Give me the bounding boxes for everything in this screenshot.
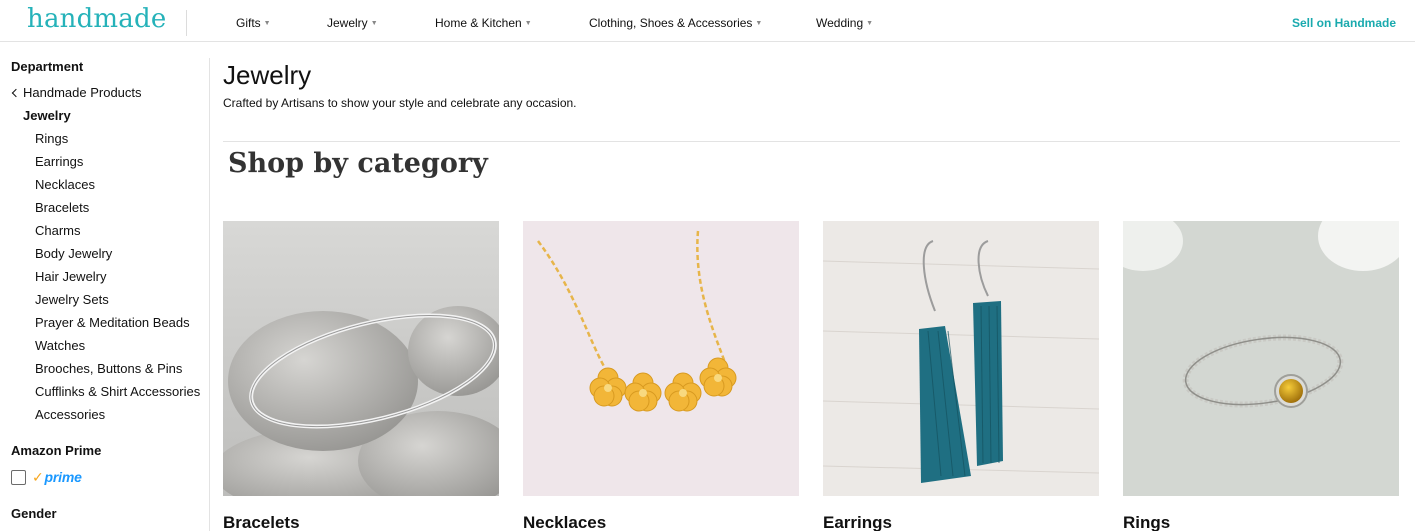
sidebar-item-necklaces[interactable]: Necklaces — [35, 177, 200, 200]
nav-divider — [186, 10, 187, 36]
subcategory-list: Rings Earrings Necklaces Bracelets Charm… — [35, 131, 200, 430]
sidebar-item-jewelry-sets[interactable]: Jewelry Sets — [35, 292, 200, 315]
chevron-left-icon — [11, 88, 21, 98]
category-card-earrings[interactable]: Earrings — [823, 221, 1099, 531]
nav-item-jewelry[interactable]: Jewelry ▼ — [327, 16, 378, 30]
sidebar-item-brooches[interactable]: Brooches, Buttons & Pins — [35, 361, 200, 384]
prime-logo: ✓prime — [32, 469, 82, 486]
prime-checkbox[interactable] — [11, 470, 26, 485]
category-label[interactable]: Bracelets — [223, 513, 499, 531]
prime-filter[interactable]: ✓prime — [11, 469, 82, 486]
nav-item-wedding[interactable]: Wedding ▼ — [816, 16, 873, 30]
check-icon: ✓ — [32, 469, 44, 485]
sell-on-handmade-link[interactable]: Sell on Handmade — [1292, 16, 1396, 30]
category-card-necklaces[interactable]: Necklaces — [523, 221, 799, 531]
caret-down-icon: ▼ — [524, 20, 532, 27]
sidebar-item-accessories[interactable]: Accessories — [35, 407, 200, 430]
gender-heading: Gender — [11, 506, 57, 521]
nav-item-label: Gifts — [236, 16, 261, 30]
category-label[interactable]: Necklaces — [523, 513, 799, 531]
sidebar-item-cufflinks[interactable]: Cufflinks & Shirt Accessories — [35, 384, 200, 407]
caret-down-icon: ▼ — [370, 20, 378, 27]
sidebar-divider — [209, 58, 210, 531]
category-card-rings[interactable]: Rings — [1123, 221, 1399, 531]
current-department: Jewelry — [23, 108, 71, 123]
back-to-handmade-products-link[interactable]: Handmade Products — [11, 85, 142, 100]
nav-item-label: Clothing, Shoes & Accessories — [589, 16, 753, 30]
sidebar-item-hair-jewelry[interactable]: Hair Jewelry — [35, 269, 200, 292]
nav-item-clothing[interactable]: Clothing, Shoes & Accessories ▼ — [589, 16, 762, 30]
caret-down-icon: ▼ — [755, 20, 763, 27]
caret-down-icon: ▼ — [866, 20, 874, 27]
amazon-prime-heading: Amazon Prime — [11, 443, 102, 458]
prime-logo-text: prime — [44, 469, 82, 485]
ring-image[interactable] — [1123, 221, 1399, 496]
sidebar-item-bracelets[interactable]: Bracelets — [35, 200, 200, 223]
sidebar-item-prayer-beads[interactable]: Prayer & Meditation Beads — [35, 315, 200, 338]
nav-item-home-kitchen[interactable]: Home & Kitchen ▼ — [435, 16, 532, 30]
page-subtitle: Crafted by Artisans to show your style a… — [223, 96, 577, 110]
nav-item-gifts[interactable]: Gifts ▼ — [236, 16, 271, 30]
section-divider — [223, 141, 1400, 142]
department-heading: Department — [11, 59, 84, 74]
sidebar-item-rings[interactable]: Rings — [35, 131, 200, 154]
earrings-image[interactable] — [823, 221, 1099, 496]
sidebar-item-charms[interactable]: Charms — [35, 223, 200, 246]
bracelet-image[interactable] — [223, 221, 499, 496]
category-label[interactable]: Rings — [1123, 513, 1399, 531]
sidebar-item-earrings[interactable]: Earrings — [35, 154, 200, 177]
necklace-image[interactable] — [523, 221, 799, 496]
page-title: Jewelry — [223, 60, 312, 90]
sidebar-item-body-jewelry[interactable]: Body Jewelry — [35, 246, 200, 269]
category-card-bracelets[interactable]: Bracelets — [223, 221, 499, 531]
nav-item-label: Home & Kitchen — [435, 16, 522, 30]
back-link-label: Handmade Products — [23, 85, 142, 100]
caret-down-icon: ▼ — [263, 20, 271, 27]
nav-item-label: Jewelry — [327, 16, 368, 30]
nav-item-label: Wedding — [816, 16, 864, 30]
handmade-logo[interactable]: handmade — [27, 4, 166, 34]
sidebar-item-watches[interactable]: Watches — [35, 338, 200, 361]
category-label[interactable]: Earrings — [823, 513, 1099, 531]
top-nav: handmade Gifts ▼ Jewelry ▼ Home & Kitchen ▼… — [0, 0, 1415, 42]
shop-by-category-heading: Shop by category — [228, 148, 488, 179]
